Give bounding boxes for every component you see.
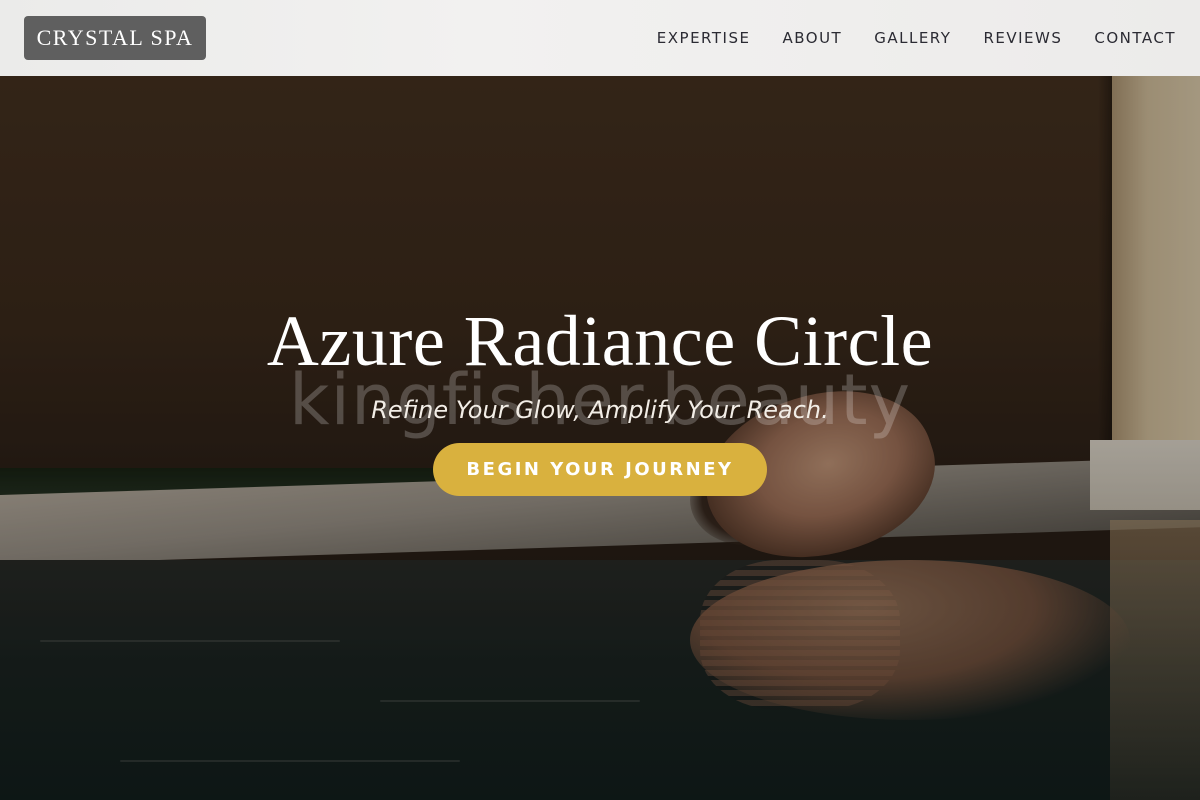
hero-section: kingfisher.beauty Azure Radiance Circle … <box>0 0 1200 800</box>
begin-journey-button[interactable]: BEGIN YOUR JOURNEY <box>433 443 767 497</box>
hero-content: Azure Radiance Circle Refine Your Glow, … <box>0 301 1200 497</box>
nav-item-about[interactable]: ABOUT <box>782 29 842 47</box>
nav-item-contact[interactable]: CONTACT <box>1094 29 1176 47</box>
site-header: CRYSTAL SPA EXPERTISE ABOUT GALLERY REVI… <box>0 0 1200 76</box>
main-nav: EXPERTISE ABOUT GALLERY REVIEWS CONTACT <box>657 0 1176 76</box>
nav-item-reviews[interactable]: REVIEWS <box>983 29 1062 47</box>
hero-subtitle: Refine Your Glow, Amplify Your Reach. <box>371 396 829 424</box>
logo[interactable]: CRYSTAL SPA <box>24 16 206 60</box>
nav-item-gallery[interactable]: GALLERY <box>874 29 951 47</box>
hero-title: Azure Radiance Circle <box>266 301 934 381</box>
nav-item-expertise[interactable]: EXPERTISE <box>657 29 751 47</box>
